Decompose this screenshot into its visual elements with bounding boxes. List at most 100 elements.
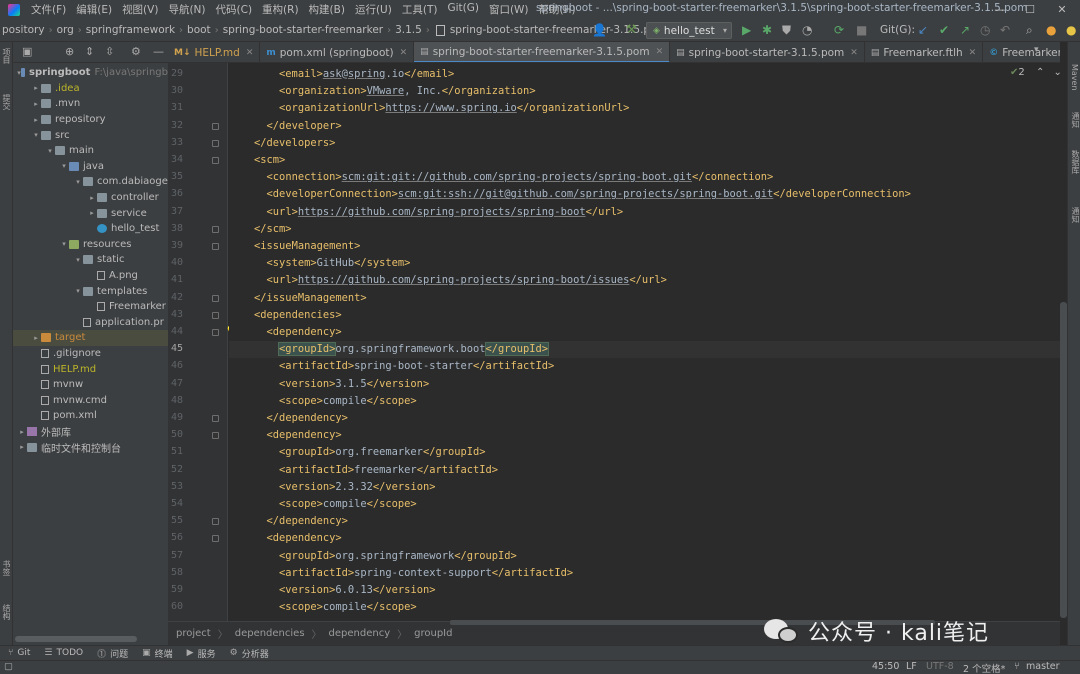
locate-icon[interactable]: ⊕: [65, 45, 74, 58]
close-tab-icon[interactable]: ✕: [400, 48, 408, 58]
minimize-button[interactable]: —: [984, 0, 1016, 19]
tree-item[interactable]: ▸ .idea: [13, 81, 168, 97]
fold-marker-icon[interactable]: [212, 139, 219, 147]
fold-marker-icon[interactable]: [212, 329, 219, 336]
chevron-down-icon[interactable]: ▾: [45, 147, 55, 155]
xml-crumb[interactable]: dependencies: [235, 628, 305, 639]
tree-item[interactable]: hello_test: [13, 221, 168, 237]
chevron-right-icon[interactable]: ▸: [31, 116, 41, 124]
code-line[interactable]: </dependency>: [229, 410, 1060, 427]
fold-marker-icon[interactable]: [212, 535, 219, 543]
chevron-down-icon[interactable]: ▾: [73, 287, 83, 295]
code-line[interactable]: <artifactId>spring-context-support</arti…: [229, 565, 1060, 582]
tree-item[interactable]: HELP.md: [13, 361, 168, 377]
caret-position[interactable]: 45:50: [872, 661, 899, 672]
status-expand-icon[interactable]: ▢: [4, 661, 13, 672]
fold-marker-icon[interactable]: [212, 432, 219, 440]
tree-item[interactable]: Freemarker: [13, 299, 168, 315]
tree-item[interactable]: mvnw.cmd: [13, 393, 168, 409]
tool-window-button[interactable]: ☰ TODO: [44, 648, 83, 658]
close-tab-icon[interactable]: ✕: [969, 48, 977, 58]
code-line[interactable]: <artifactId>freemarker</artifactId>: [229, 462, 1060, 479]
tree-item[interactable]: ▾ main: [13, 143, 168, 159]
nav-crumb[interactable]: spring-boot-starter-freemarker: [221, 24, 385, 36]
code-line[interactable]: <scope>compile</scope>: [229, 496, 1060, 513]
code-line[interactable]: <dependency>: [229, 324, 1060, 341]
git-push-icon[interactable]: ↗: [960, 23, 970, 37]
menu-item[interactable]: Git(G): [442, 2, 484, 17]
search-icon[interactable]: ⌕: [1026, 23, 1033, 38]
close-tab-icon[interactable]: ✕: [850, 48, 858, 58]
code-editor[interactable]: <email>ask@spring.io</email> <organizati…: [229, 63, 1060, 621]
git-rollback-icon[interactable]: ↶: [1000, 23, 1010, 37]
project-scrollbar[interactable]: [15, 636, 137, 642]
project-tool-tab[interactable]: 项目: [1, 48, 12, 64]
editor-vertical-scrollbar[interactable]: [1060, 302, 1067, 618]
code-line[interactable]: <artifactId>spring-boot-starter</artifac…: [229, 358, 1060, 375]
tool-window-button[interactable]: ⓵ 问题: [97, 647, 128, 660]
file-encoding[interactable]: UTF-8: [926, 661, 954, 672]
code-line[interactable]: </scm>: [229, 221, 1060, 238]
code-line[interactable]: <issueManagement>: [229, 238, 1060, 255]
code-line[interactable]: <groupId>org.springframework</groupId>: [229, 548, 1060, 565]
tree-item[interactable]: .gitignore: [13, 346, 168, 362]
git-update-icon[interactable]: ↙: [918, 23, 928, 37]
code-line[interactable]: <version>3.1.5</version>: [229, 376, 1060, 393]
inspection-widget[interactable]: ✔2 ⌃ ⌄: [1010, 67, 1062, 78]
ide-logo-icon[interactable]: ●: [1066, 23, 1076, 37]
build-hammer-icon[interactable]: ⚒: [626, 22, 637, 36]
notifications-tool-tab[interactable]: 通知: [1070, 112, 1080, 128]
nav-crumb[interactable]: pository: [0, 24, 47, 36]
tree-item[interactable]: ▸ .mvn: [13, 96, 168, 112]
tree-item[interactable]: ▾ com.dabiaoge: [13, 174, 168, 190]
menu-item[interactable]: 文件(F): [26, 2, 71, 17]
chevron-down-icon[interactable]: ▾: [31, 131, 41, 139]
nav-crumb[interactable]: boot: [185, 24, 213, 36]
close-tab-icon[interactable]: ✕: [656, 47, 664, 57]
code-line[interactable]: <url>https://github.com/spring-projects/…: [229, 272, 1060, 289]
tree-item[interactable]: ▸ controller: [13, 190, 168, 206]
tree-item[interactable]: A.png: [13, 268, 168, 284]
commit-tool-tab[interactable]: 提交: [1, 94, 12, 110]
profile-icon[interactable]: ◔: [802, 23, 812, 37]
chevron-right-icon[interactable]: ▸: [31, 84, 41, 92]
fold-marker-icon[interactable]: [212, 294, 219, 302]
code-line[interactable]: <groupId>org.springframework.boot</group…: [229, 341, 1060, 359]
menu-item[interactable]: 代码(C): [211, 2, 258, 17]
menu-item[interactable]: 视图(V): [117, 2, 163, 17]
code-line[interactable]: <scope>compile</scope>: [229, 393, 1060, 410]
editor-tab[interactable]: ©FreemarkerIndexCont✕: [983, 42, 1060, 62]
gear-icon[interactable]: ⚙: [131, 45, 141, 58]
chevron-right-icon[interactable]: ▸: [17, 443, 27, 451]
collapse-all-icon[interactable]: ⇳: [105, 45, 114, 58]
tree-item[interactable]: ▾ java: [13, 159, 168, 175]
nav-crumb[interactable]: 3.1.5: [393, 24, 424, 36]
tree-item[interactable]: ▾ src: [13, 127, 168, 143]
menu-item[interactable]: 编辑(E): [71, 2, 117, 17]
structure-tool-tab[interactable]: 结构: [1, 604, 12, 620]
code-line[interactable]: <scm>: [229, 152, 1060, 169]
bookmarks-tool-tab[interactable]: 书签: [1, 560, 12, 576]
tree-item[interactable]: ▸ repository: [13, 112, 168, 128]
prev-highlight-icon[interactable]: ⌃: [1036, 67, 1044, 78]
nav-crumb[interactable]: org: [55, 24, 76, 36]
update-icon[interactable]: ●: [1046, 23, 1056, 37]
tree-item[interactable]: ▸ target: [13, 330, 168, 346]
tree-item[interactable]: mvnw: [13, 377, 168, 393]
tool-window-button[interactable]: ▶ 服务: [187, 647, 216, 660]
run-configuration-select[interactable]: ◈ hello_test ▾: [646, 22, 732, 39]
code-line[interactable]: <connection>scm:git:git://github.com/spr…: [229, 169, 1060, 186]
code-line[interactable]: <email>ask@spring.io</email>: [229, 66, 1060, 83]
code-line[interactable]: <groupId>org.freemarker</groupId>: [229, 444, 1060, 461]
menu-item[interactable]: 窗口(W): [484, 2, 534, 17]
menu-item[interactable]: 重构(R): [257, 2, 304, 17]
code-line[interactable]: </dependency>: [229, 513, 1060, 530]
xml-crumb[interactable]: groupId: [414, 628, 452, 639]
next-highlight-icon[interactable]: ⌄: [1054, 67, 1062, 78]
chevron-down-icon[interactable]: ▾: [59, 240, 69, 248]
user-account-icon[interactable]: 👤: [592, 23, 607, 37]
close-window-button[interactable]: ✕: [1046, 0, 1078, 19]
tree-item[interactable]: ▾ templates: [13, 283, 168, 299]
coverage-icon[interactable]: ⛊: [782, 23, 791, 38]
hide-icon[interactable]: —: [153, 45, 164, 58]
